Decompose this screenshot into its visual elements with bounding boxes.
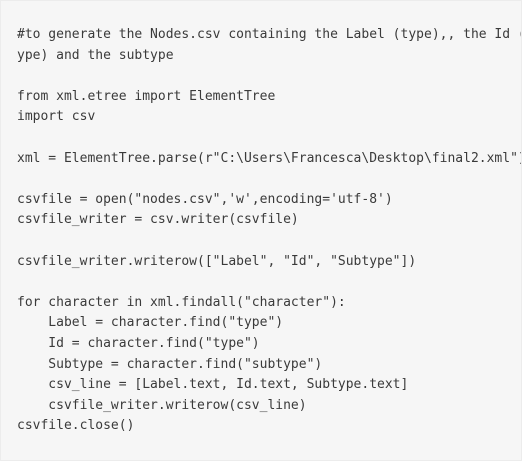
code-import-csv-line: import csv: [17, 109, 96, 125]
code-open-file-line: csvfile = open("nodes.csv",'w',encoding=…: [17, 191, 393, 207]
code-id-line: Id = character.find("type"): [17, 335, 260, 351]
code-csv-line-line: csv_line = [Label.text, Id.text, Subtype…: [17, 377, 409, 393]
code-import-elementtree-line: from xml.etree import ElementTree: [17, 88, 276, 104]
code-label-line: Label = character.find("type"): [17, 315, 284, 331]
code-for-loop-line: for character in xml.findall("character"…: [17, 294, 346, 310]
code-writerow-line: csvfile_writer.writerow(csv_line): [17, 397, 307, 413]
code-parse-xml-line: xml = ElementTree.parse(r"C:\Users\Franc…: [17, 150, 521, 166]
code-comment-line-1: #to generate the Nodes.csv containing th…: [17, 27, 521, 42]
code-write-header-line: csvfile_writer.writerow(["Label", "Id", …: [17, 253, 417, 269]
code-close-line: csvfile.close(): [17, 418, 135, 434]
code-subtype-line: Subtype = character.find("subtype"): [17, 356, 323, 372]
code-block[interactable]: #to generate the Nodes.csv containing th…: [0, 0, 522, 461]
code-comment-line-2: ype) and the subtype: [17, 47, 174, 63]
code-csv-writer-line: csvfile_writer = csv.writer(csvfile): [17, 212, 299, 228]
